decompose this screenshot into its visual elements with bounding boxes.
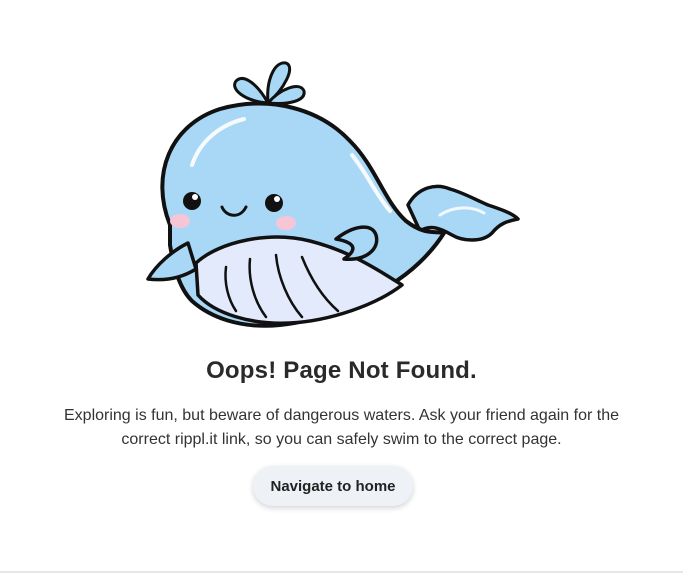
whale-illustration bbox=[140, 55, 525, 335]
page-title: Oops! Page Not Found. bbox=[206, 357, 477, 384]
navigate-home-button[interactable]: Navigate to home bbox=[253, 466, 413, 506]
error-message: Exploring is fun, but beware of dangerou… bbox=[64, 407, 619, 448]
not-found-page: Oops! Page Not Found. Exploring is fun, … bbox=[0, 0, 683, 573]
